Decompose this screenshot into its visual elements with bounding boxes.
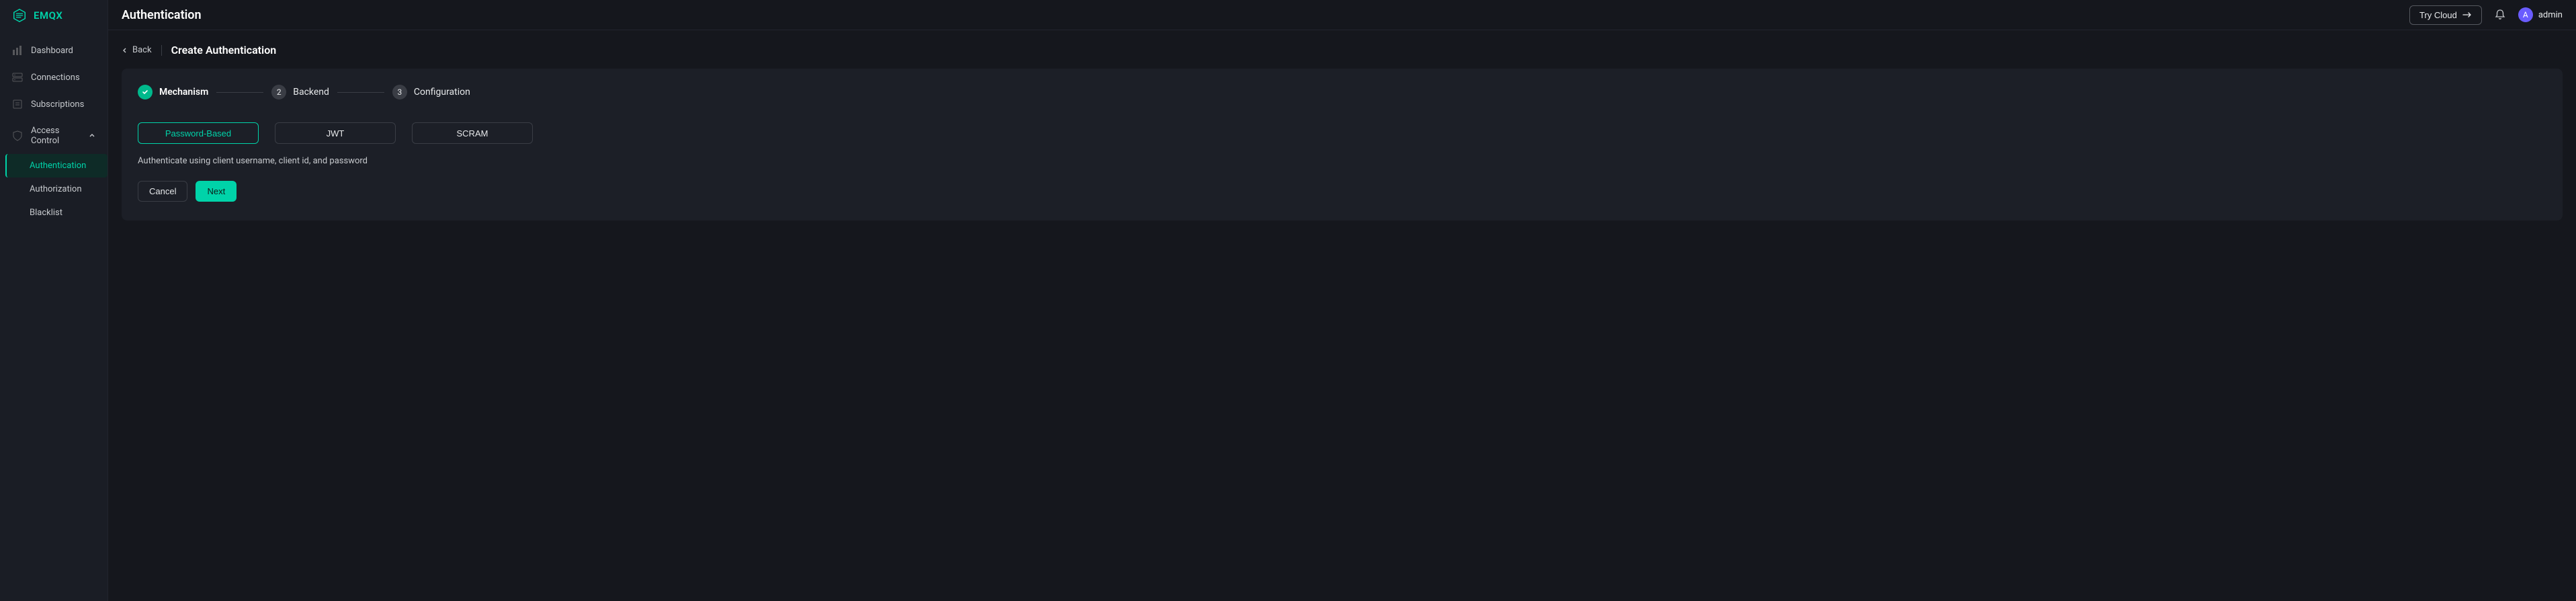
shield-icon	[12, 130, 23, 141]
main: Authentication Try Cloud A admin	[108, 0, 2576, 601]
notifications-icon[interactable]	[2494, 9, 2506, 21]
user-menu[interactable]: A admin	[2518, 7, 2563, 22]
page-title: Authentication	[122, 8, 202, 22]
chevron-left-icon	[122, 47, 128, 54]
breadcrumb: Back Create Authentication	[122, 44, 2563, 56]
step-backend: 2 Backend	[271, 85, 329, 99]
sidebar-item-label: Subscriptions	[31, 99, 84, 110]
breadcrumb-separator	[161, 45, 162, 56]
step-connector	[216, 92, 263, 93]
step-label: Backend	[293, 87, 329, 97]
step-label: Mechanism	[159, 87, 208, 97]
step-number: 2	[271, 85, 286, 99]
sidebar-item-dashboard[interactable]: Dashboard	[0, 37, 108, 64]
mechanism-description: Authenticate using client username, clie…	[138, 156, 2546, 166]
avatar: A	[2518, 7, 2533, 22]
choice-label: JWT	[327, 128, 345, 138]
card: Mechanism 2 Backend 3 Configuration	[122, 69, 2563, 221]
stepper: Mechanism 2 Backend 3 Configuration	[138, 85, 2546, 99]
wizard-actions: Cancel Next	[138, 181, 2546, 202]
connections-icon	[12, 72, 23, 83]
back-button[interactable]: Back	[122, 45, 152, 55]
mechanism-scram[interactable]: SCRAM	[412, 122, 533, 144]
logo-icon	[12, 8, 27, 23]
sidebar-item-access-control[interactable]: Access Control	[0, 118, 108, 154]
mechanism-password-based[interactable]: Password-Based	[138, 122, 259, 144]
mechanism-jwt[interactable]: JWT	[275, 122, 396, 144]
topbar-right: Try Cloud A admin	[2409, 5, 2563, 25]
check-icon	[138, 85, 153, 99]
sidebar-sub-authentication[interactable]: Authentication	[5, 154, 108, 177]
brand[interactable]: EMQX	[0, 0, 108, 30]
next-button[interactable]: Next	[196, 181, 237, 202]
step-connector	[337, 92, 384, 93]
cancel-button[interactable]: Cancel	[138, 181, 187, 202]
sidebar-sub-authorization[interactable]: Authorization	[7, 177, 108, 201]
step-label: Configuration	[414, 87, 470, 97]
dashboard-icon	[12, 45, 23, 56]
try-cloud-button[interactable]: Try Cloud	[2409, 5, 2482, 25]
sidebar-item-label: Connections	[31, 73, 80, 83]
sidebar-item-connections[interactable]: Connections	[0, 64, 108, 91]
sidebar-sub-blacklist[interactable]: Blacklist	[7, 201, 108, 225]
subscriptions-icon	[12, 99, 23, 110]
breadcrumb-title: Create Authentication	[171, 44, 277, 56]
brand-name: EMQX	[34, 9, 62, 22]
choice-label: Password-Based	[165, 128, 231, 138]
sidebar: EMQX Dashboard Connections Subscriptions	[0, 0, 108, 601]
sidebar-nav: Dashboard Connections Subscriptions Acce…	[0, 30, 108, 225]
app-root: EMQX Dashboard Connections Subscriptions	[0, 0, 2576, 601]
choice-label: SCRAM	[457, 128, 488, 138]
sidebar-item-label: Access Control	[31, 126, 81, 146]
mechanism-choices: Password-Based JWT SCRAM	[138, 122, 2546, 144]
step-configuration: 3 Configuration	[392, 85, 470, 99]
sidebar-item-label: Dashboard	[31, 46, 73, 56]
content: Back Create Authentication Mechanism 2	[108, 30, 2576, 234]
sidebar-item-subscriptions[interactable]: Subscriptions	[0, 91, 108, 118]
back-label: Back	[132, 45, 152, 55]
arrow-right-icon	[2462, 11, 2472, 18]
sidebar-subnav-access-control: Authentication Authorization Blacklist	[0, 154, 108, 225]
step-number: 3	[392, 85, 407, 99]
sidebar-sub-label: Authorization	[30, 184, 82, 194]
sidebar-sub-label: Authentication	[30, 161, 86, 171]
chevron-up-icon	[89, 132, 95, 139]
sidebar-sub-label: Blacklist	[30, 208, 62, 218]
topbar: Authentication Try Cloud A admin	[108, 0, 2576, 30]
try-cloud-label: Try Cloud	[2419, 10, 2457, 20]
step-mechanism: Mechanism	[138, 85, 208, 99]
username: admin	[2538, 10, 2563, 20]
